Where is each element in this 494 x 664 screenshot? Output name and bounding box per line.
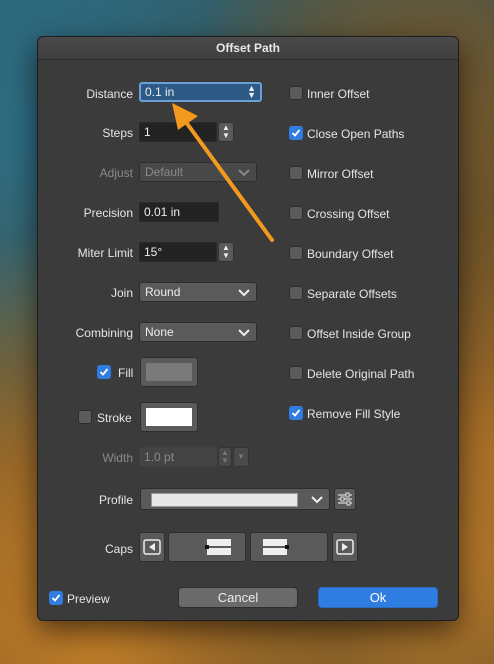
offset-path-dialog: Offset Path Distance 0.1 in ▲ ▼ Steps 1 ▲…: [37, 36, 459, 621]
distance-field[interactable]: 0.1 in ▲ ▼: [139, 82, 262, 102]
checkmark-icon: [51, 594, 61, 602]
join-label: Join: [110, 286, 133, 300]
checkmark-icon: [99, 368, 109, 376]
cancel-button[interactable]: Cancel: [178, 587, 298, 608]
offset-inside-group-checkbox[interactable]: [289, 326, 303, 340]
inner-offset-checkbox[interactable]: [289, 86, 303, 100]
close-open-paths-checkbox[interactable]: [289, 126, 303, 140]
adjust-label: Adjust: [99, 166, 133, 180]
boundary-offset-checkbox[interactable]: [289, 246, 303, 260]
stroke-color-swatch[interactable]: [140, 402, 198, 432]
combining-label: Combining: [75, 326, 133, 340]
down-arrow-icon[interactable]: ▼: [222, 132, 230, 140]
profile-settings-button[interactable]: [334, 488, 356, 510]
caps-start-style[interactable]: [168, 532, 246, 562]
fill-color-swatch[interactable]: [140, 357, 198, 387]
miter-limit-label: Miter Limit: [77, 246, 133, 260]
precision-field[interactable]: 0.01 in: [139, 202, 219, 222]
cap-butt-icon: [205, 539, 231, 555]
precision-label: Precision: [83, 206, 133, 220]
steps-label: Steps: [102, 126, 133, 140]
stroke-color: [146, 408, 192, 426]
checkmark-icon: [291, 129, 301, 137]
profile-label: Profile: [98, 493, 133, 507]
caps-end-style[interactable]: [250, 532, 328, 562]
profile-preview: [151, 493, 298, 507]
cap-right-icon: [336, 539, 354, 555]
mirror-offset-label: Mirror Offset: [307, 167, 374, 181]
combining-select[interactable]: None: [139, 322, 257, 342]
crossing-offset-checkbox[interactable]: [289, 206, 303, 220]
adjust-value: Default: [145, 165, 184, 179]
distance-label: Distance: [86, 87, 133, 101]
fill-checkbox[interactable]: [97, 365, 111, 379]
offset-inside-group-label: Offset Inside Group: [307, 327, 411, 341]
boundary-offset-label: Boundary Offset: [307, 247, 394, 261]
chevron-down-icon: [238, 169, 250, 177]
checkmark-icon: [291, 409, 301, 417]
caps-end-button[interactable]: [332, 532, 358, 562]
width-field: 1.0 pt: [139, 447, 217, 467]
separate-offsets-checkbox[interactable]: [289, 286, 303, 300]
caps-label: Caps: [104, 542, 133, 556]
join-value: Round: [145, 285, 181, 299]
chevron-down-icon: [311, 496, 323, 504]
chevron-down-icon: [238, 329, 250, 337]
down-arrow-icon[interactable]: ▼: [222, 252, 230, 260]
distance-value: 0.1 in: [145, 85, 175, 99]
stroke-checkbox[interactable]: [78, 410, 92, 424]
combining-value: None: [145, 325, 174, 339]
ok-button[interactable]: Ok: [318, 587, 438, 608]
cap-butt-icon: [263, 539, 289, 555]
delete-original-path-label: Delete Original Path: [307, 367, 415, 381]
preview-label: Preview: [67, 592, 110, 606]
join-select[interactable]: Round: [139, 282, 257, 302]
steps-stepper[interactable]: ▲ ▼: [218, 122, 234, 142]
chevron-down-icon: ▼: [237, 452, 245, 461]
remove-fill-style-checkbox[interactable]: [289, 406, 303, 420]
remove-fill-style-label: Remove Fill Style: [307, 407, 401, 421]
width-dropdown: ▼: [233, 447, 249, 467]
steps-field[interactable]: 1: [139, 122, 217, 142]
separate-offsets-label: Separate Offsets: [307, 287, 397, 301]
width-label: Width: [102, 451, 133, 465]
crossing-offset-label: Crossing Offset: [307, 207, 390, 221]
width-stepper: ▲ ▼: [218, 447, 232, 467]
chevron-down-icon: [238, 289, 250, 297]
close-open-paths-label: Close Open Paths: [307, 127, 405, 141]
miter-limit-stepper[interactable]: ▲ ▼: [218, 242, 234, 262]
dialog-title: Offset Path: [38, 37, 458, 60]
fill-color: [146, 363, 192, 381]
delete-original-path-checkbox[interactable]: [289, 366, 303, 380]
inner-offset-label: Inner Offset: [307, 87, 370, 101]
updown-icon[interactable]: ▲ ▼: [247, 84, 256, 100]
caps-start-button[interactable]: [139, 532, 165, 562]
down-arrow-icon: ▼: [221, 456, 229, 465]
profile-select[interactable]: [140, 488, 330, 510]
preview-checkbox[interactable]: [49, 591, 63, 605]
stroke-label: Stroke: [97, 411, 132, 425]
adjust-select: Default: [139, 162, 257, 182]
mirror-offset-checkbox[interactable]: [289, 166, 303, 180]
fill-label: Fill: [118, 366, 134, 380]
miter-limit-field[interactable]: 15°: [139, 242, 217, 262]
cap-left-icon: [143, 539, 161, 555]
sliders-icon: [338, 492, 352, 506]
